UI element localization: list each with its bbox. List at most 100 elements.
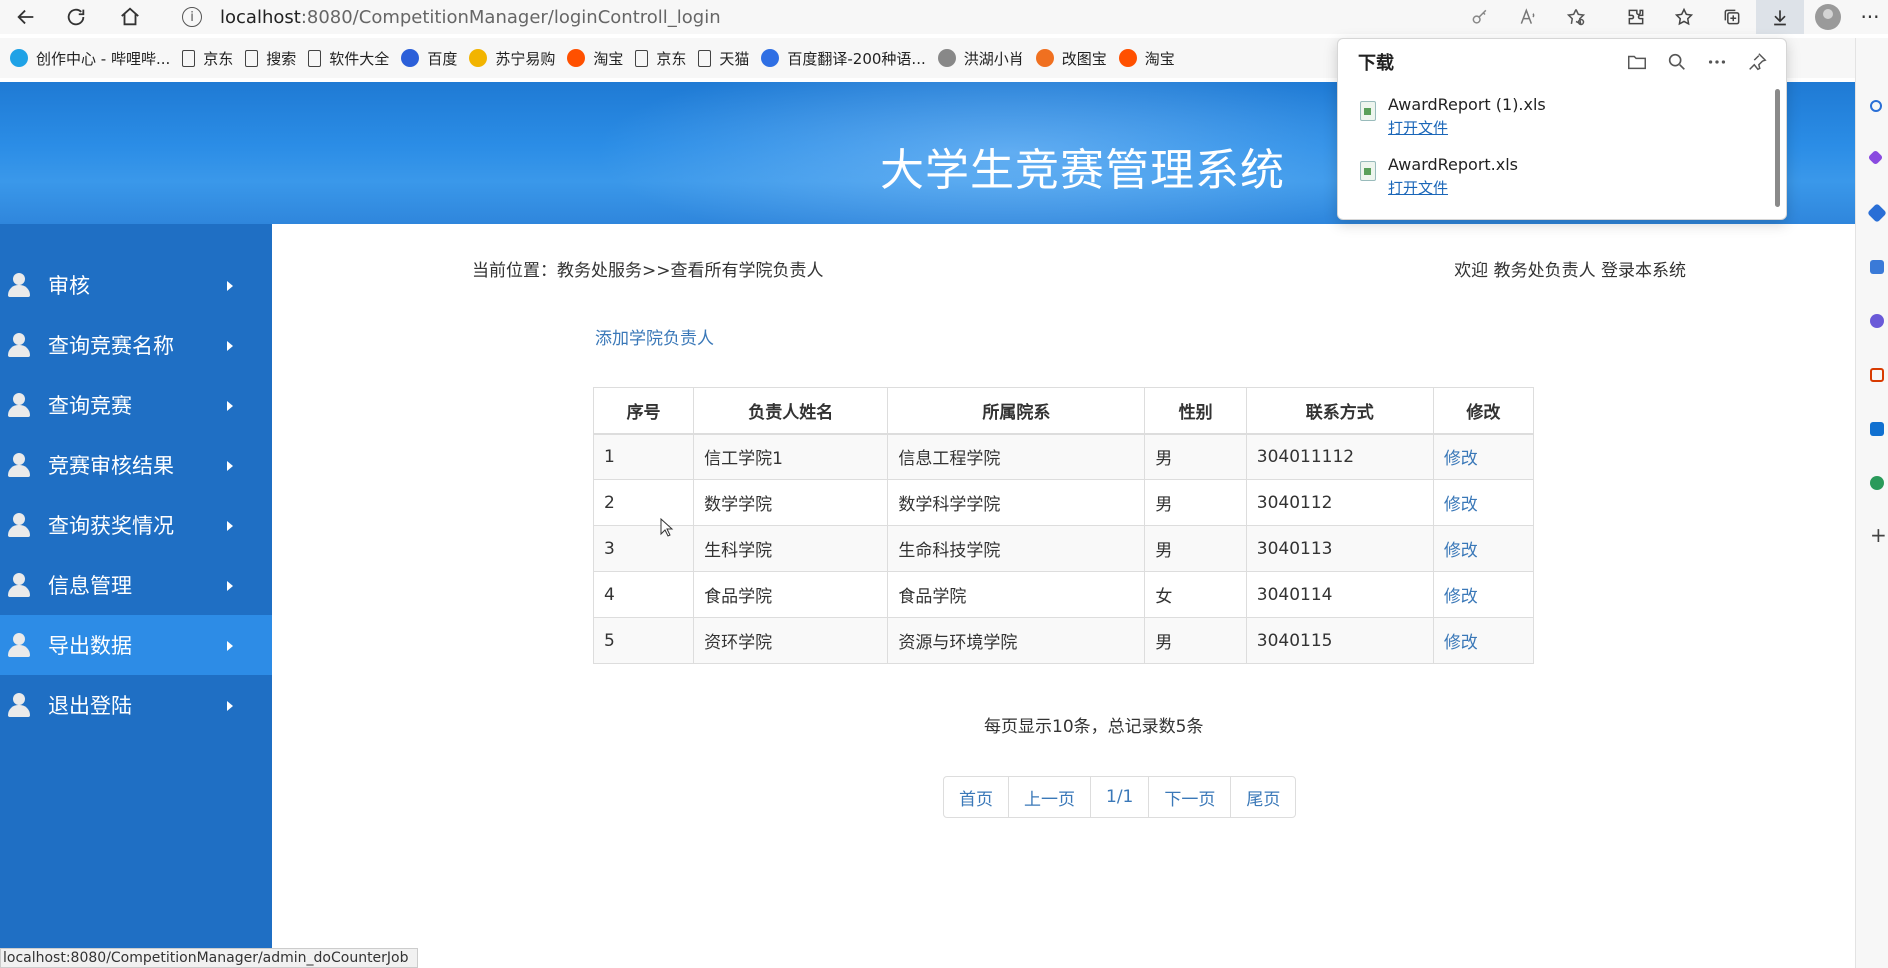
bookmark-item[interactable]: 搜索 — [245, 48, 296, 69]
favorites-icon[interactable] — [1660, 0, 1708, 34]
pin-icon[interactable] — [1746, 51, 1768, 73]
bookmark-item[interactable]: 苏宁易购 — [469, 48, 555, 69]
table-body: 1 信工学院1 信息工程学院男 304011112 修改 2 数学学院 数学科学学院男 3040… — [592, 433, 1535, 664]
open-file-link[interactable]: 打开文件 — [1388, 177, 1448, 198]
tree-icon[interactable] — [1870, 476, 1884, 490]
table-cell: 食品学院 — [693, 571, 889, 618]
profile-avatar[interactable] — [1804, 0, 1852, 34]
table-cell: 资环学院 — [693, 617, 889, 664]
site-info-icon[interactable]: i — [182, 7, 202, 27]
edit-link[interactable]: 修改 — [1444, 541, 1478, 561]
shopping-icon[interactable] — [1867, 203, 1887, 223]
open-folder-icon[interactable] — [1626, 51, 1648, 73]
bookmark-item[interactable]: 百度翻译-200种语... — [761, 48, 926, 69]
extensions-icon[interactable] — [1612, 0, 1660, 34]
column-header: 联系方式 — [1245, 387, 1434, 435]
outlook-icon[interactable] — [1870, 422, 1884, 436]
downloads-title: 下载 — [1338, 39, 1786, 85]
people-icon[interactable] — [1870, 314, 1884, 328]
user-icon — [6, 632, 32, 658]
read-aloud-icon[interactable] — [1504, 0, 1552, 34]
edit-link[interactable]: 修改 — [1444, 495, 1478, 515]
search-downloads-icon[interactable] — [1666, 51, 1688, 73]
favorite-add-icon[interactable] — [1552, 0, 1600, 34]
back-icon[interactable] — [10, 1, 42, 33]
document-icon — [308, 49, 322, 67]
baidu-paw-icon — [401, 49, 420, 67]
add-college-manager-link[interactable]: 添加学院负责人 — [595, 324, 714, 349]
mouse-cursor-icon — [660, 518, 674, 537]
caret-right-icon — [227, 281, 233, 291]
document-icon — [698, 49, 712, 67]
open-file-link[interactable]: 打开文件 — [1388, 117, 1448, 138]
sidebar-item-label: 导出数据 — [48, 634, 132, 658]
edit-cell: 修改 — [1432, 525, 1535, 572]
downloads-icon[interactable] — [1756, 0, 1804, 34]
bookmark-item[interactable]: 京东 — [635, 48, 686, 69]
sidebar-item-label: 退出登陆 — [48, 694, 132, 718]
bookmark-item[interactable]: 软件大全 — [308, 48, 389, 69]
bookmark-item[interactable]: 百度 — [401, 48, 457, 69]
sidebar-menu-item[interactable]: 审核 — [0, 255, 272, 315]
caret-right-icon — [227, 581, 233, 591]
prev-page-button[interactable]: 上一页 — [1009, 777, 1091, 817]
sidebar-menu-item[interactable]: 查询竞赛 — [0, 375, 272, 435]
collections-icon[interactable] — [1708, 0, 1756, 34]
copilot-icon[interactable] — [1867, 149, 1884, 166]
tools-icon[interactable] — [1870, 260, 1884, 274]
bookmark-item[interactable]: 京东 — [182, 48, 233, 69]
table-cell: 4 — [592, 571, 695, 618]
bilibili-icon — [10, 49, 28, 67]
user-icon — [6, 512, 32, 538]
sidebar-menu-item[interactable]: 查询获奖情况 — [0, 495, 272, 555]
page-indicator: 1/1 — [1091, 777, 1150, 817]
download-item[interactable]: AwardReport.xls 打开文件 — [1338, 145, 1786, 205]
download-item[interactable]: AwardReport (1).xls 打开文件 — [1338, 85, 1786, 145]
bookmark-item[interactable]: 淘宝 — [567, 48, 623, 69]
search-icon[interactable] — [1870, 100, 1882, 112]
column-header: 所属院系 — [887, 387, 1146, 435]
downloads-title-text: 下载 — [1358, 53, 1394, 74]
sidebar-menu-item[interactable]: 退出登陆 — [0, 675, 272, 735]
bookmark-label: 软件大全 — [329, 49, 390, 68]
bookmark-item[interactable]: 改图宝 — [1035, 48, 1107, 69]
edit-link[interactable]: 修改 — [1444, 449, 1478, 469]
first-page-button[interactable]: 首页 — [944, 777, 1009, 817]
sidebar-item-label: 查询获奖情况 — [48, 514, 174, 538]
user-icon — [6, 392, 32, 418]
table-header-row: 序号 负责人姓名 所属院系 性别 联系方式 修改 — [592, 387, 1535, 435]
table-cell: 食品学院 — [887, 571, 1146, 618]
downloads-scrollbar[interactable] — [1775, 89, 1780, 207]
next-page-button[interactable]: 下一页 — [1149, 777, 1232, 817]
more-menu-icon[interactable]: ··· — [1852, 0, 1888, 34]
table-row: 1 信工学院1 信息工程学院男 304011112 修改 — [592, 433, 1535, 480]
bookmark-item[interactable]: 天猫 — [698, 48, 749, 69]
edit-link[interactable]: 修改 — [1444, 633, 1478, 653]
bookmark-label: 创作中心 - 哔哩哔... — [36, 49, 171, 68]
sidebar-menu-item[interactable]: 导出数据 — [0, 615, 272, 675]
taobao-icon — [567, 49, 586, 67]
caret-right-icon — [227, 461, 233, 471]
bookmark-item[interactable]: 洪湖小肖 — [937, 48, 1024, 69]
home-icon[interactable] — [114, 1, 146, 33]
sidebar-menu-item[interactable]: 信息管理 — [0, 555, 272, 615]
bookmark-label: 百度 — [427, 49, 458, 68]
more-options-icon[interactable] — [1706, 51, 1728, 73]
table-row: 4 食品学院 食品学院女 3040114 修改 — [592, 571, 1535, 618]
refresh-icon[interactable] — [60, 1, 92, 33]
sidebar-item-label: 竞赛审核结果 — [48, 454, 174, 478]
welcome-text: 欢迎 教务处负责人 登录本系统 — [1454, 261, 1686, 281]
address-bar[interactable]: i localhost:8080/CompetitionManager/logi… — [182, 2, 721, 32]
bookmark-item[interactable]: 创作中心 - 哔哩哔... — [10, 48, 170, 69]
bookmark-label: 苏宁易购 — [495, 49, 556, 68]
key-icon[interactable] — [1456, 0, 1504, 34]
bookmark-item[interactable]: 淘宝 — [1118, 48, 1175, 69]
add-icon[interactable]: + — [1870, 525, 1887, 545]
sidebar-menu-item[interactable]: 查询竞赛名称 — [0, 315, 272, 375]
edit-link[interactable]: 修改 — [1444, 587, 1478, 607]
office-icon[interactable] — [1870, 368, 1884, 382]
last-page-button[interactable]: 尾页 — [1231, 777, 1295, 817]
sidebar-menu-item[interactable]: 竞赛审核结果 — [0, 435, 272, 495]
table-cell: 数学学院 — [693, 479, 889, 526]
column-header: 负责人姓名 — [693, 387, 889, 435]
